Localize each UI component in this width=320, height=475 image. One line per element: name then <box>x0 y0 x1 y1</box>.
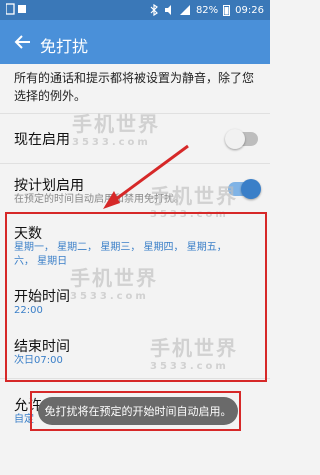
annotation-arrow <box>103 144 189 209</box>
